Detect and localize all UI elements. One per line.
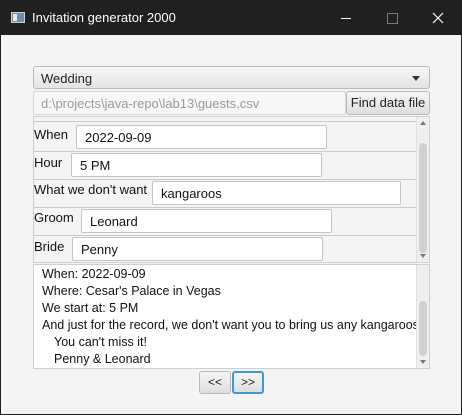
row-separator	[34, 121, 417, 122]
app-window: Invitation generator 2000 Wedding d:\pro…	[1, 1, 461, 414]
hour-label: Hour	[34, 155, 63, 170]
dont-want-input[interactable]: kangaroos	[152, 181, 401, 205]
row-separator	[34, 179, 417, 180]
scroll-up-icon[interactable]	[420, 121, 426, 125]
minimize-button[interactable]	[323, 1, 369, 35]
form-vertical-scrollbar[interactable]	[416, 117, 429, 262]
scroll-down-icon[interactable]	[420, 254, 426, 258]
previous-button[interactable]: <<	[199, 371, 231, 394]
groom-input[interactable]: Leonard	[81, 209, 332, 233]
bride-input[interactable]: Penny	[72, 237, 323, 261]
minimize-icon	[341, 17, 351, 19]
scroll-down-icon[interactable]	[420, 360, 426, 364]
row-separator	[34, 235, 417, 236]
invitation-preview-textarea[interactable]: When: 2022-09-09 Where: Cesar's Palace i…	[33, 264, 430, 369]
form-scroll-pane: When 2022-09-09 Hour 5 PM What we don't …	[33, 116, 430, 263]
preview-line: Penny & Leonard	[54, 352, 151, 366]
row-separator	[34, 207, 417, 208]
when-label: When	[34, 127, 68, 142]
chevron-down-icon	[412, 76, 420, 81]
preview-line: And just for the record, we don't want y…	[42, 318, 423, 332]
data-file-path-field[interactable]: d:\projects\java-repo\lab13\guests.csv	[33, 91, 346, 115]
close-button[interactable]	[415, 1, 461, 35]
dont-want-label: What we don't want	[34, 182, 148, 197]
scrollbar-thumb[interactable]	[419, 301, 427, 356]
preview-line: When: 2022-09-09	[42, 267, 146, 281]
groom-label: Groom	[34, 210, 74, 225]
maximize-icon	[386, 12, 398, 24]
scrollbar-thumb[interactable]	[419, 143, 427, 253]
row-separator	[34, 151, 417, 152]
app-icon	[11, 12, 25, 23]
event-type-selected: Wedding	[41, 71, 93, 86]
bride-label: Bride	[34, 239, 65, 254]
preview-vertical-scrollbar[interactable]	[416, 265, 429, 368]
event-type-dropdown[interactable]: Wedding	[33, 66, 430, 89]
preview-line: We start at: 5 PM	[42, 301, 139, 315]
hour-input[interactable]: 5 PM	[71, 153, 322, 177]
window-title: Invitation generator 2000	[32, 10, 176, 25]
preview-line: You can't miss it!	[54, 335, 147, 349]
find-data-file-button[interactable]: Find data file	[346, 91, 430, 115]
next-button[interactable]: >>	[232, 371, 264, 394]
title-bar[interactable]: Invitation generator 2000	[1, 1, 461, 35]
close-icon	[432, 12, 444, 24]
maximize-button[interactable]	[369, 1, 415, 35]
when-input[interactable]: 2022-09-09	[76, 125, 327, 149]
preview-line: Where: Cesar's Palace in Vegas	[42, 284, 221, 298]
